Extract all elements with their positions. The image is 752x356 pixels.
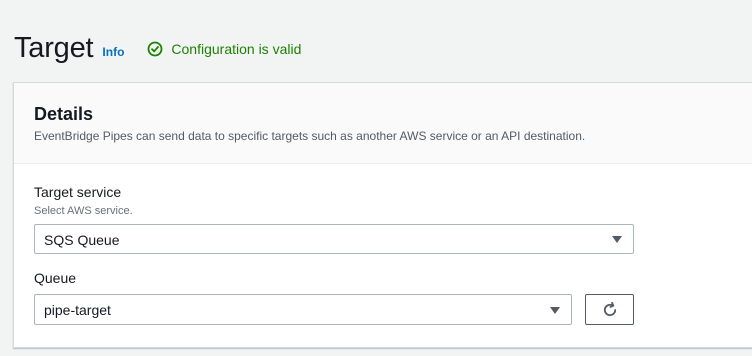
target-service-value: SQS Queue bbox=[44, 232, 120, 248]
check-circle-icon bbox=[147, 41, 163, 57]
caret-down-icon bbox=[612, 236, 622, 243]
details-description: EventBridge Pipes can send data to speci… bbox=[34, 129, 586, 143]
refresh-icon bbox=[603, 301, 616, 316]
page-title: Target bbox=[14, 31, 94, 64]
queue-value: pipe-target bbox=[44, 302, 111, 318]
caret-down-icon bbox=[550, 307, 560, 314]
queue-label: Queue bbox=[34, 270, 77, 286]
queue-select[interactable]: pipe-target bbox=[34, 294, 572, 325]
target-service-hint: Select AWS service. bbox=[34, 205, 133, 217]
status-text: Configuration is valid bbox=[171, 41, 302, 57]
details-panel: Details EventBridge Pipes can send data … bbox=[13, 82, 752, 348]
info-link[interactable]: Info bbox=[102, 45, 124, 59]
validation-status: Configuration is valid bbox=[147, 41, 301, 57]
details-title: Details bbox=[34, 104, 94, 124]
target-service-label: Target service bbox=[34, 184, 122, 200]
details-panel-header: Details EventBridge Pipes can send data … bbox=[14, 83, 752, 164]
refresh-button[interactable] bbox=[585, 294, 634, 325]
page-header: Target Info Configuration is valid bbox=[14, 26, 301, 70]
target-service-select[interactable]: SQS Queue bbox=[34, 224, 634, 254]
